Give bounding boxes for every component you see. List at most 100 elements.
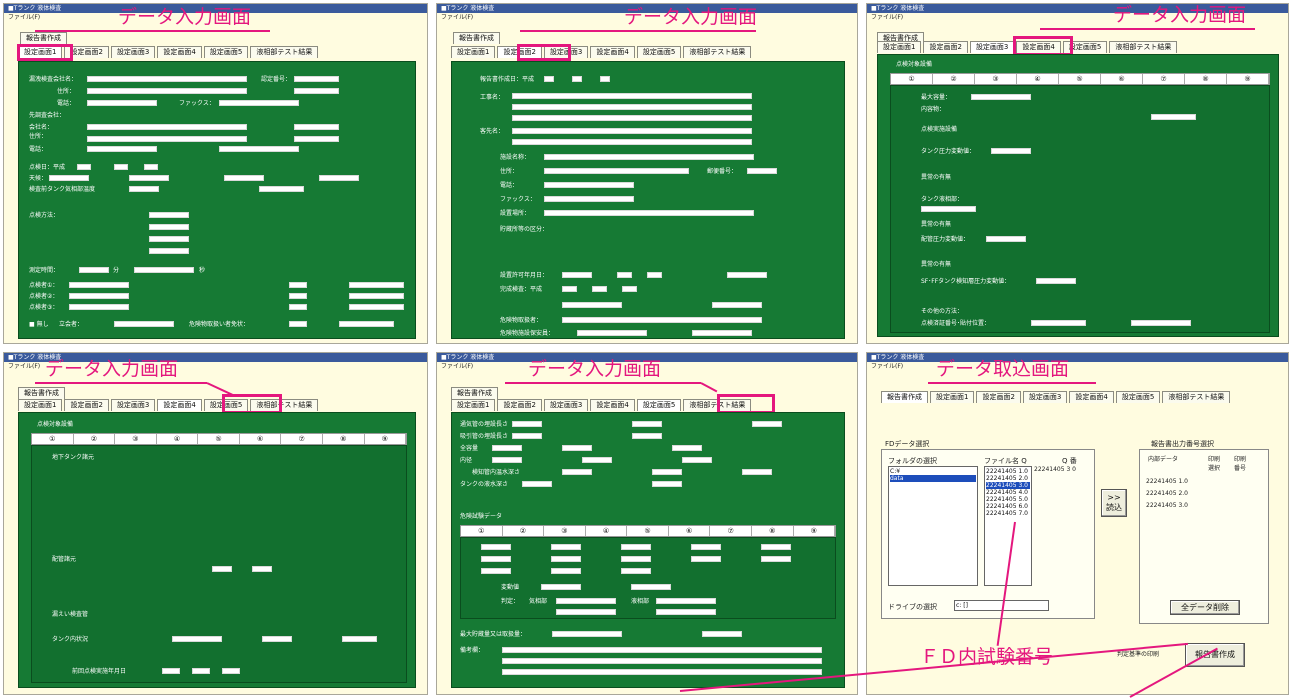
tab-liquid-test[interactable]: 液相部テスト結果 (1109, 41, 1178, 53)
tab-settings-3[interactable]: 設定画面3 (110, 46, 156, 58)
tab-settings-1[interactable]: 設定画面1 (451, 46, 496, 58)
tab-report[interactable]: 報告書作成 (453, 32, 500, 44)
handler-field[interactable] (562, 317, 762, 323)
kpa-field[interactable] (481, 544, 511, 550)
tab-settings-1[interactable]: 設定画面1 (18, 399, 63, 411)
sub-tab[interactable]: ⑨ (365, 434, 407, 444)
kpa-field[interactable] (551, 544, 581, 550)
sub-tab[interactable]: ⑤ (1059, 74, 1101, 84)
depth-field[interactable] (522, 481, 552, 487)
cert-number-field[interactable] (294, 76, 339, 82)
project-field[interactable] (512, 93, 752, 99)
volume-field[interactable] (672, 445, 702, 451)
max-capacity-field[interactable] (552, 631, 622, 637)
sub-tab[interactable]: ⑦ (1143, 74, 1185, 84)
notes-field[interactable] (502, 658, 822, 664)
kpa-field[interactable] (761, 556, 791, 562)
safety-field[interactable] (692, 330, 752, 336)
depth-field[interactable] (652, 469, 682, 475)
change-field[interactable] (541, 584, 581, 590)
inspect-field[interactable] (592, 286, 607, 292)
pressure-field[interactable] (149, 236, 189, 242)
permit-field[interactable] (562, 272, 592, 278)
phone-field[interactable] (87, 100, 157, 106)
temp-field[interactable] (224, 175, 264, 181)
sub-tab[interactable]: ② (74, 434, 116, 444)
folder-item[interactable]: C:¥ (890, 468, 976, 475)
length-field[interactable] (632, 421, 662, 427)
sub-tab[interactable]: ④ (157, 434, 199, 444)
load-button[interactable]: >> 読込 (1101, 489, 1127, 517)
length-field[interactable] (512, 421, 542, 427)
temp-field[interactable] (319, 175, 359, 181)
inspector-field[interactable] (69, 293, 129, 299)
cert-field[interactable] (1031, 320, 1086, 326)
sub-tab[interactable]: ⑦ (281, 434, 323, 444)
inspector-field[interactable] (349, 304, 404, 310)
time-field[interactable] (79, 267, 109, 273)
kpa-field[interactable] (481, 568, 511, 574)
file-item[interactable]: 22241405 7.0 (986, 510, 1030, 517)
date-field[interactable] (572, 76, 582, 82)
fax-field-2[interactable] (219, 146, 299, 152)
address-field-2[interactable] (87, 136, 247, 142)
length-field[interactable] (752, 421, 782, 427)
tab-settings-3[interactable]: 設定画面3 (969, 41, 1015, 53)
tab-settings-5[interactable]: 設定画面5 (203, 46, 249, 58)
file-item[interactable]: 22241405 2.0 (986, 475, 1030, 482)
dim-field[interactable] (582, 457, 612, 463)
pressure-field[interactable] (991, 148, 1031, 154)
tab-settings-3[interactable]: 設定画面3 (110, 399, 156, 411)
pressure-field[interactable] (986, 236, 1026, 242)
create-report-button[interactable]: 報告書作成 (1185, 643, 1245, 667)
inspector-field[interactable] (69, 304, 129, 310)
inspector-field[interactable] (289, 304, 307, 310)
inspector-field[interactable] (349, 293, 404, 299)
tab-liquid-test[interactable]: 液相部テスト結果 (683, 46, 752, 58)
tab-settings-3[interactable]: 設定画面3 (543, 399, 589, 411)
notes-field[interactable] (502, 669, 822, 675)
sub-tab[interactable]: ⑨ (1227, 74, 1269, 84)
tank-field[interactable] (262, 636, 292, 642)
file-item[interactable]: 22241405 1.0 (986, 468, 1030, 475)
date-field[interactable] (544, 76, 554, 82)
length-field[interactable] (512, 433, 542, 439)
address-field[interactable] (544, 168, 689, 174)
sub-tab[interactable]: ⑦ (710, 526, 752, 536)
tab-settings-3[interactable]: 設定画面3 (1022, 391, 1068, 403)
depth-field[interactable] (562, 469, 592, 475)
pressure-field[interactable] (1036, 278, 1076, 284)
temp-field[interactable] (259, 186, 304, 192)
tab-settings-2[interactable]: 設定画面2 (497, 399, 542, 411)
postal-field-2[interactable] (294, 136, 339, 142)
tank-field[interactable] (342, 636, 377, 642)
kpa-field[interactable] (621, 544, 651, 550)
capacity-field[interactable] (971, 94, 1031, 100)
sub-tab[interactable]: ④ (586, 526, 628, 536)
folder-list[interactable]: C:¥ data (888, 466, 978, 586)
capacity-field[interactable] (562, 302, 622, 308)
sub-tab[interactable]: ⑥ (1101, 74, 1143, 84)
phone-field-2[interactable] (87, 146, 157, 152)
file-item[interactable]: 22241405 6.0 (986, 503, 1030, 510)
judge-field[interactable] (656, 598, 716, 604)
date-field[interactable] (192, 668, 210, 674)
tab-settings-2[interactable]: 設定画面2 (64, 399, 109, 411)
location-field[interactable] (544, 210, 754, 216)
date-field[interactable] (600, 76, 610, 82)
tab-report[interactable]: 報告書作成 (18, 387, 65, 399)
sub-tab[interactable]: ③ (544, 526, 586, 536)
inspect-field[interactable] (562, 286, 577, 292)
inspector-field[interactable] (289, 293, 307, 299)
kpa-field[interactable] (551, 568, 581, 574)
tab-report[interactable]: 報告書作成 (20, 32, 67, 44)
sub-tab[interactable]: ⑥ (669, 526, 711, 536)
company-name-field[interactable] (87, 76, 247, 82)
date-field[interactable] (144, 164, 158, 170)
witness-field[interactable] (114, 321, 174, 327)
pressure-field[interactable] (149, 212, 189, 218)
cert-field[interactable] (1131, 320, 1191, 326)
date-field[interactable] (114, 164, 128, 170)
volume-field[interactable] (492, 445, 522, 451)
company-field-2[interactable] (87, 124, 247, 130)
